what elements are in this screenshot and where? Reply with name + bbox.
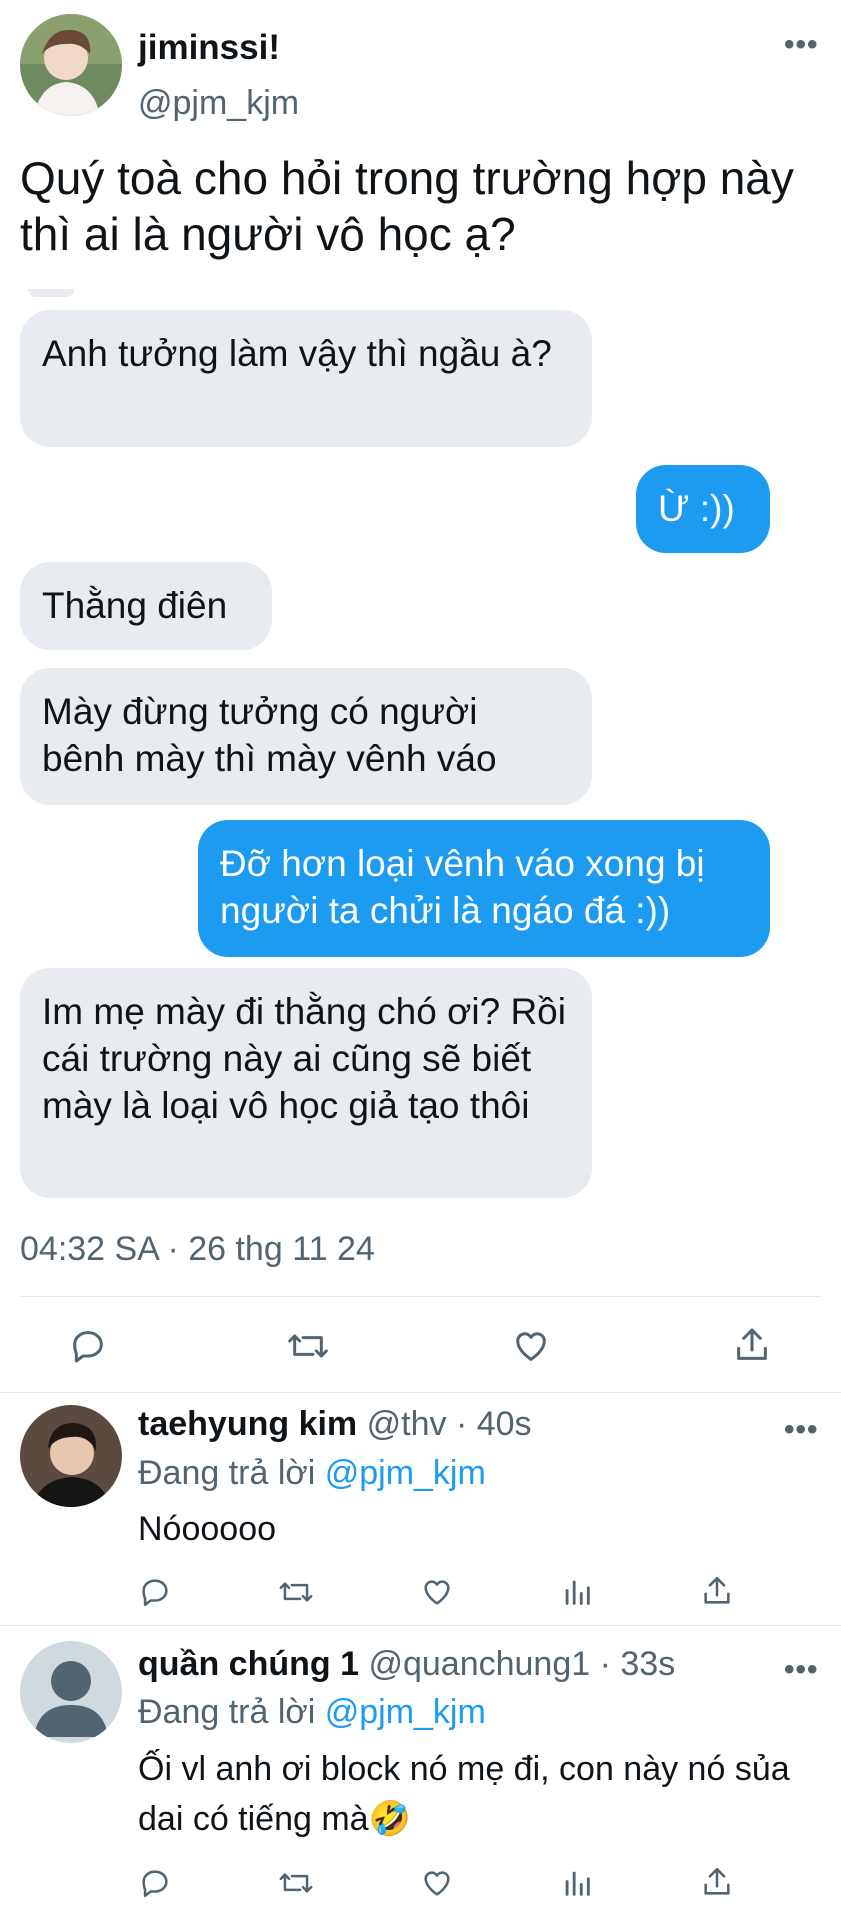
chat-screenshot: Anh tưởng làm vậy thì ngầu à? Ừ :)) Thằn… (0, 285, 841, 1205)
like-icon[interactable] (510, 1326, 552, 1366)
retweet-icon[interactable] (278, 1866, 314, 1900)
replying-to-handle[interactable]: @pjm_kjm (325, 1454, 486, 1492)
views-icon[interactable] (560, 1866, 594, 1900)
reply-header: taehyung kim @thv · 40s (138, 1405, 532, 1444)
share-icon[interactable] (732, 1324, 772, 1366)
like-icon[interactable] (420, 1866, 454, 1900)
reply-handle[interactable]: @quanchung1 (368, 1645, 590, 1683)
reply-icon[interactable] (138, 1575, 172, 1609)
more-icon[interactable]: ••• (784, 1655, 819, 1685)
reply-handle[interactable]: @thv (367, 1405, 447, 1443)
replying-to: Đang trả lời @pjm_kjm (138, 1454, 486, 1493)
chat-message-incoming: Thằng điên (20, 562, 272, 650)
more-icon[interactable]: ••• (784, 1415, 819, 1445)
chat-message-incoming: Im mẹ mày đi thằng chó ơi? Rồi cái trườn… (20, 968, 592, 1198)
replying-to-handle[interactable]: @pjm_kjm (325, 1693, 486, 1731)
reply-header: quần chúng 1 @quanchung1 · 33s (138, 1645, 675, 1684)
share-icon[interactable] (700, 1864, 734, 1900)
chat-message-outgoing: Ừ :)) (636, 465, 770, 553)
author-avatar[interactable] (20, 14, 122, 116)
chat-message-incoming: Mày đừng tưởng có người bênh mày thì mày… (20, 668, 592, 805)
tweet-timestamp[interactable]: 04:32 SA · 26 thg 11 24 (20, 1230, 375, 1269)
reply-avatar[interactable] (20, 1641, 122, 1743)
reply-display-name[interactable]: quần chúng 1 (138, 1645, 359, 1683)
share-icon[interactable] (700, 1573, 734, 1609)
reply-icon[interactable] (138, 1866, 172, 1900)
reply-text: Ối vl anh ơi block nó mẹ đi, con này nó … (138, 1750, 790, 1838)
replying-to-prefix: Đang trả lời (138, 1454, 316, 1492)
reply-time[interactable]: · 33s (600, 1645, 676, 1683)
chat-message-incoming: Anh tưởng làm vậy thì ngầu à? (20, 310, 592, 447)
like-icon[interactable] (420, 1575, 454, 1609)
reply-text: Nóooooo (138, 1510, 277, 1548)
reply-display-name[interactable]: taehyung kim (138, 1405, 357, 1443)
retweet-icon[interactable] (286, 1326, 330, 1366)
author-handle[interactable]: @pjm_kjm (138, 84, 299, 123)
chat-message-outgoing: Đỡ hơn loại vênh váo xong bị người ta ch… (198, 820, 770, 957)
divider (20, 1296, 821, 1297)
views-icon[interactable] (560, 1575, 594, 1609)
reply-time[interactable]: · 40s (456, 1405, 532, 1443)
divider (0, 1392, 841, 1393)
replying-to-prefix: Đang trả lời (138, 1693, 316, 1731)
reply-icon[interactable] (68, 1326, 108, 1366)
replying-to: Đang trả lời @pjm_kjm (138, 1693, 486, 1732)
tweet-text: Quý toà cho hỏi trong trường hợp này thì… (20, 152, 794, 260)
reply-avatar[interactable] (20, 1405, 122, 1507)
divider (0, 1625, 841, 1626)
bubble-tail-remnant (28, 289, 74, 297)
author-display-name[interactable]: jiminssi! (138, 28, 280, 68)
more-icon[interactable]: ••• (784, 30, 819, 60)
retweet-icon[interactable] (278, 1575, 314, 1609)
